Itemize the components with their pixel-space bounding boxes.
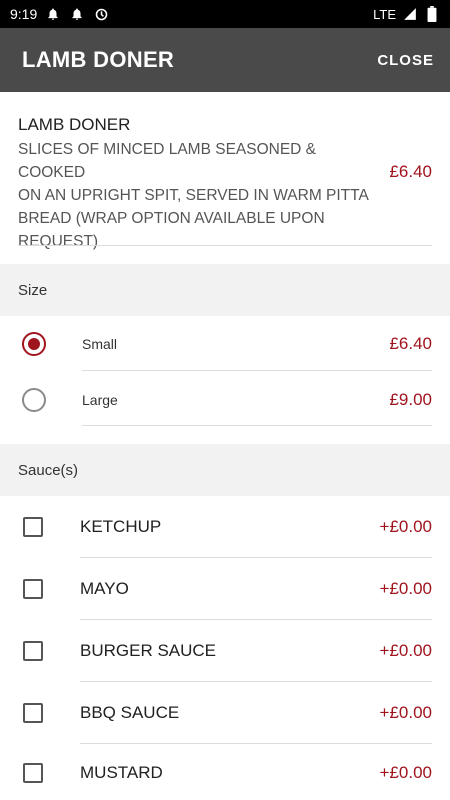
option-price: +£0.00 xyxy=(379,640,432,660)
item-name: LAMB DONER xyxy=(18,115,131,134)
checkbox-icon[interactable] xyxy=(23,702,43,723)
sauce-option-bbq-sauce[interactable]: BBQ SAUCE +£0.00 xyxy=(0,685,450,740)
divider xyxy=(80,557,432,558)
item-description-line: REQUEST) xyxy=(18,233,99,250)
option-label: MUSTARD xyxy=(80,762,163,782)
sauce-option-ketchup[interactable]: KETCHUP +£0.00 xyxy=(0,499,450,554)
divider xyxy=(82,425,432,426)
option-price: +£0.00 xyxy=(379,702,432,722)
divider xyxy=(80,743,432,744)
signal-icon xyxy=(402,6,418,22)
sauce-option-mayo[interactable]: MAYO +£0.00 xyxy=(0,561,450,616)
option-label: MAYO xyxy=(80,578,129,598)
option-label: BURGER SAUCE xyxy=(80,640,217,660)
divider xyxy=(18,245,432,246)
option-label: Large xyxy=(82,391,118,408)
checkbox-icon[interactable] xyxy=(23,762,43,783)
checkbox-icon[interactable] xyxy=(23,640,43,661)
status-bar: 9:19 LTE xyxy=(0,0,450,28)
battery-icon xyxy=(424,6,440,22)
close-button[interactable]: CLOSE xyxy=(377,52,434,69)
option-label: BBQ SAUCE xyxy=(80,702,180,722)
radio-selected-icon[interactable] xyxy=(22,331,46,356)
divider xyxy=(82,370,432,371)
item-description: SLICES OF MINCED LAMB SEASONED & COOKED … xyxy=(18,138,378,253)
divider xyxy=(80,619,432,620)
option-price: +£0.00 xyxy=(379,762,432,782)
option-price: +£0.00 xyxy=(379,578,432,598)
notification-bell-icon xyxy=(45,6,61,22)
radio-unselected-icon[interactable] xyxy=(22,387,46,412)
data-saver-icon xyxy=(93,6,109,22)
option-price: £6.40 xyxy=(389,333,432,353)
size-section-header: Size xyxy=(0,264,450,316)
checkbox-icon[interactable] xyxy=(23,516,43,537)
option-label: KETCHUP xyxy=(80,516,162,536)
checkbox-icon[interactable] xyxy=(23,578,43,599)
section-title: Sauce(s) xyxy=(18,461,79,479)
page-title: LAMB DONER xyxy=(22,47,175,72)
item-description-line: ON AN UPRIGHT SPIT, SERVED IN WARM PITTA xyxy=(18,187,369,204)
app-bar: LAMB DONER CLOSE xyxy=(0,28,450,92)
option-label: Small xyxy=(82,335,118,352)
item-price: £6.40 xyxy=(389,162,432,181)
item-description-line: BREAD (WRAP OPTION AVAILABLE UPON xyxy=(18,210,325,227)
network-type: LTE xyxy=(373,6,396,22)
sauce-option-burger-sauce[interactable]: BURGER SAUCE +£0.00 xyxy=(0,623,450,678)
item-description-line: SLICES OF MINCED LAMB SEASONED & COOKED xyxy=(18,141,317,181)
divider xyxy=(80,681,432,682)
option-price: +£0.00 xyxy=(379,516,432,536)
size-option-large[interactable]: Large £9.00 xyxy=(0,372,450,427)
status-time: 9:19 xyxy=(10,6,38,22)
sauce-option-mustard[interactable]: MUSTARD +£0.00 xyxy=(0,745,450,800)
section-title: Size xyxy=(18,281,48,299)
sauce-section-header: Sauce(s) xyxy=(0,444,450,496)
notification-bell-icon xyxy=(69,6,85,22)
option-price: £9.00 xyxy=(389,389,432,409)
size-option-small[interactable]: Small £6.40 xyxy=(0,316,450,371)
item-details: LAMB DONER SLICES OF MINCED LAMB SEASONE… xyxy=(18,114,432,253)
